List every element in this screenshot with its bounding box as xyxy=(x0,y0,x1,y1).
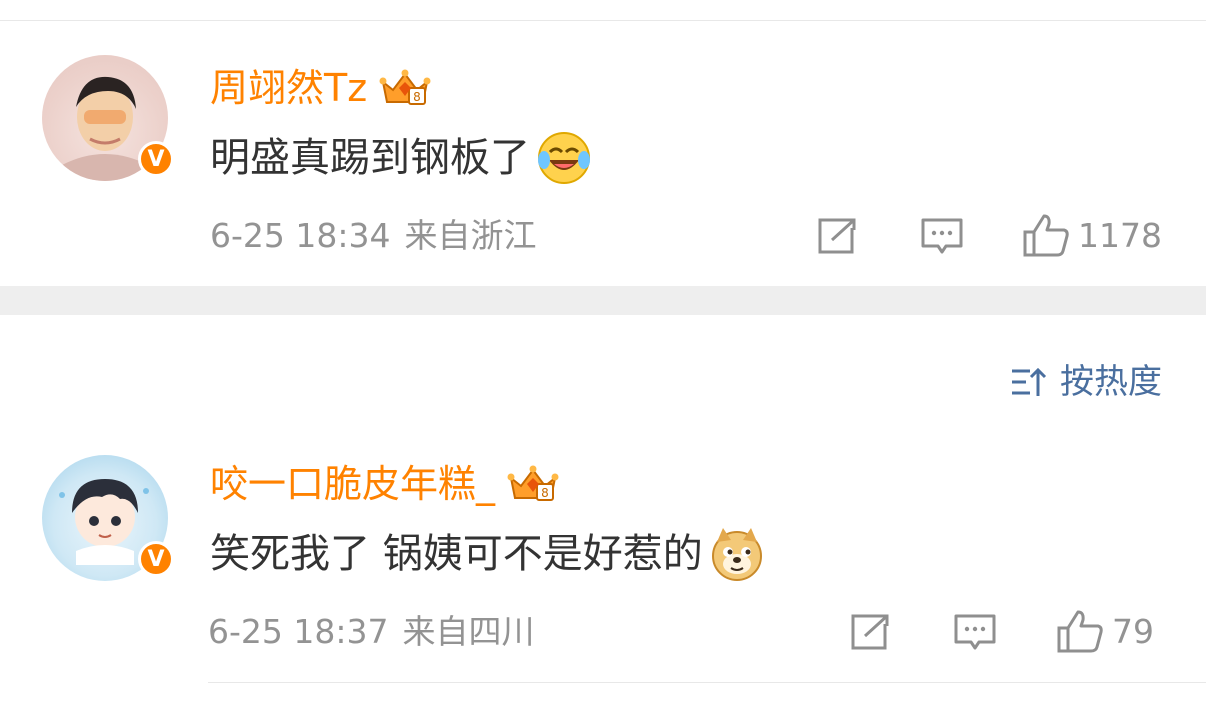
svg-text:8: 8 xyxy=(541,486,549,500)
section-divider xyxy=(0,286,1206,315)
comment-text: 笑死我了 锅姨可不是好惹的 xyxy=(210,526,765,582)
avatar[interactable]: V xyxy=(42,455,174,581)
comment-date: 6-25 18:37 xyxy=(208,612,389,651)
sort-by-hot-button[interactable]: 按热度 xyxy=(1010,362,1162,402)
divider-top xyxy=(0,20,1206,21)
repost-button[interactable] xyxy=(816,216,858,256)
avatar[interactable]: V xyxy=(42,55,174,181)
comment-feed: V 周翊然Tz 8 明盛真踢到钢板了 6-25 18:34 来自浙江 1178 … xyxy=(0,0,1206,705)
sort-icon xyxy=(1012,367,1047,396)
sort-label: 按热度 xyxy=(1060,362,1162,402)
crown-vip-icon: 8 xyxy=(379,69,431,105)
repost-icon xyxy=(818,218,856,254)
comment-icon xyxy=(954,614,996,650)
verified-badge-icon: V xyxy=(138,141,174,177)
crown-vip-icon: 8 xyxy=(507,465,559,501)
comment-location: 来自四川 xyxy=(402,612,535,651)
comment-date: 6-25 18:34 xyxy=(210,216,391,255)
repost-button[interactable] xyxy=(849,612,891,652)
comment-icon xyxy=(921,218,963,254)
comment-text-content: 笑死我了 锅姨可不是好惹的 xyxy=(210,531,703,577)
comment-text: 明盛真踢到钢板了 xyxy=(210,130,592,186)
comment-meta: 6-25 18:34 来自浙江 xyxy=(210,216,537,256)
thumbs-up-icon xyxy=(1057,610,1103,653)
comment-meta: 6-25 18:37 来自四川 xyxy=(208,612,535,652)
svg-text:8: 8 xyxy=(413,90,421,104)
comment-button[interactable] xyxy=(953,612,997,652)
comment-button[interactable] xyxy=(920,216,964,256)
like-count: 79 xyxy=(1112,611,1154,651)
comment-text-content: 明盛真踢到钢板了 xyxy=(210,135,530,181)
comment-location: 来自浙江 xyxy=(404,216,537,255)
username-text: 周翊然Tz xyxy=(210,66,368,110)
laughing-tears-emoji xyxy=(538,132,590,184)
thumbs-up-icon xyxy=(1023,214,1069,257)
username[interactable]: 咬一口脆皮年糕_ 8 xyxy=(210,462,559,506)
like-button[interactable]: 1178 xyxy=(1022,212,1162,258)
repost-icon xyxy=(851,614,889,650)
doge-emoji xyxy=(711,528,762,581)
divider-bottom xyxy=(208,682,1206,683)
username-text: 咬一口脆皮年糕_ xyxy=(210,462,496,506)
like-count: 1178 xyxy=(1078,215,1162,255)
like-button[interactable]: 79 xyxy=(1056,608,1154,654)
verified-badge-icon: V xyxy=(138,541,174,577)
username[interactable]: 周翊然Tz 8 xyxy=(210,66,431,110)
